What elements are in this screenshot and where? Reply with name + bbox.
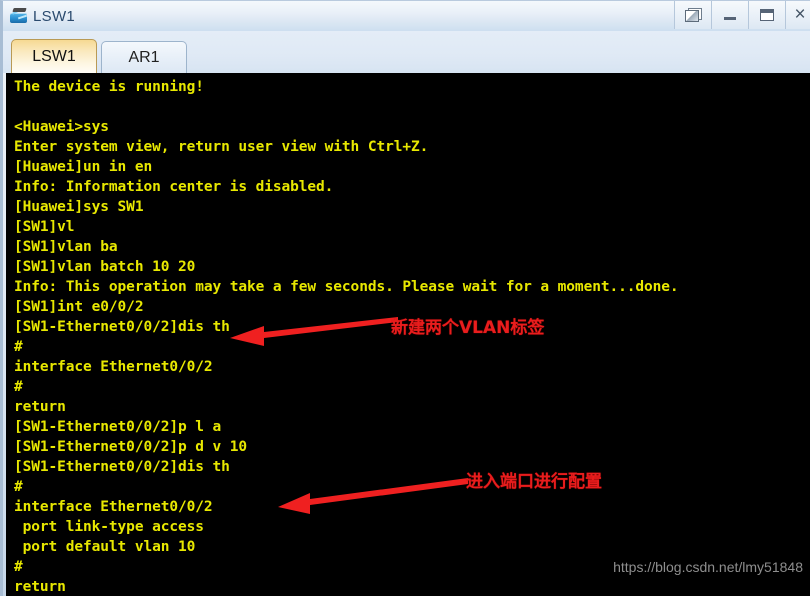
annotation-label-2: 进入端口进行配置 xyxy=(466,472,602,492)
device-tab-strip: LSW1 AR1 xyxy=(3,31,810,73)
restore-window-button[interactable] xyxy=(674,1,711,29)
cli-line: [SW1-Ethernet0/0/2]p l a xyxy=(14,419,222,435)
tab-lsw1[interactable]: LSW1 xyxy=(11,39,97,73)
cli-line xyxy=(14,97,810,117)
close-icon: × xyxy=(794,4,806,25)
cli-line: [SW1]vl xyxy=(14,219,75,235)
cli-line: return xyxy=(14,399,66,415)
cli-line: Enter system view, return user view with… xyxy=(14,139,429,155)
cli-line: <Huawei>sys xyxy=(14,119,109,135)
cli-line: [Huawei]un in en xyxy=(14,159,153,175)
minimize-icon xyxy=(724,16,736,20)
maximize-window-button[interactable] xyxy=(748,1,785,29)
close-window-button[interactable]: × xyxy=(785,1,810,29)
cli-line: port link-type access xyxy=(14,519,204,535)
cli-line: The device is running! xyxy=(14,79,204,95)
cli-line: Info: Information center is disabled. xyxy=(14,179,334,195)
cli-line: port default vlan 10 xyxy=(14,539,196,555)
title-bar-left: LSW1 xyxy=(3,3,75,29)
watermark-text: https://blog.csdn.net/lmy51848 xyxy=(613,559,803,575)
window-controls: × xyxy=(674,1,810,29)
annotation-arrow-1 xyxy=(230,317,398,346)
tab-lsw1-label: LSW1 xyxy=(32,47,76,65)
cli-line: Info: This operation may take a few seco… xyxy=(14,279,679,295)
emulator-console-window: LSW1 × LSW1 AR1 The device is running! <… xyxy=(0,0,810,596)
cli-line: [SW1-Ethernet0/0/2]p d v 10 xyxy=(14,439,248,455)
cli-line: [SW1-Ethernet0/0/2]dis th xyxy=(14,459,230,475)
tab-ar1[interactable]: AR1 xyxy=(101,41,187,73)
tab-ar1-label: AR1 xyxy=(128,48,160,66)
title-bar: LSW1 × xyxy=(3,1,810,31)
cli-line: [Huawei]sys SW1 xyxy=(14,199,144,215)
maximize-icon xyxy=(760,9,774,21)
annotation-arrow-2 xyxy=(278,478,468,514)
cli-terminal[interactable]: The device is running! <Huawei>sys Enter … xyxy=(6,73,810,596)
cli-line: # xyxy=(14,379,23,395)
cli-line: return xyxy=(14,579,66,595)
switch-icon xyxy=(8,6,30,26)
window-title: LSW1 xyxy=(33,7,76,25)
annotation-label-1: 新建两个VLAN标签 xyxy=(391,318,545,338)
restore-icon xyxy=(684,8,702,22)
cli-line: interface Ethernet0/0/2 xyxy=(14,359,213,375)
cli-line: # xyxy=(14,339,23,355)
minimize-window-button[interactable] xyxy=(711,1,748,29)
cli-line: [SW1]vlan batch 10 20 xyxy=(14,259,196,275)
cli-line: [SW1]vlan ba xyxy=(14,239,118,255)
